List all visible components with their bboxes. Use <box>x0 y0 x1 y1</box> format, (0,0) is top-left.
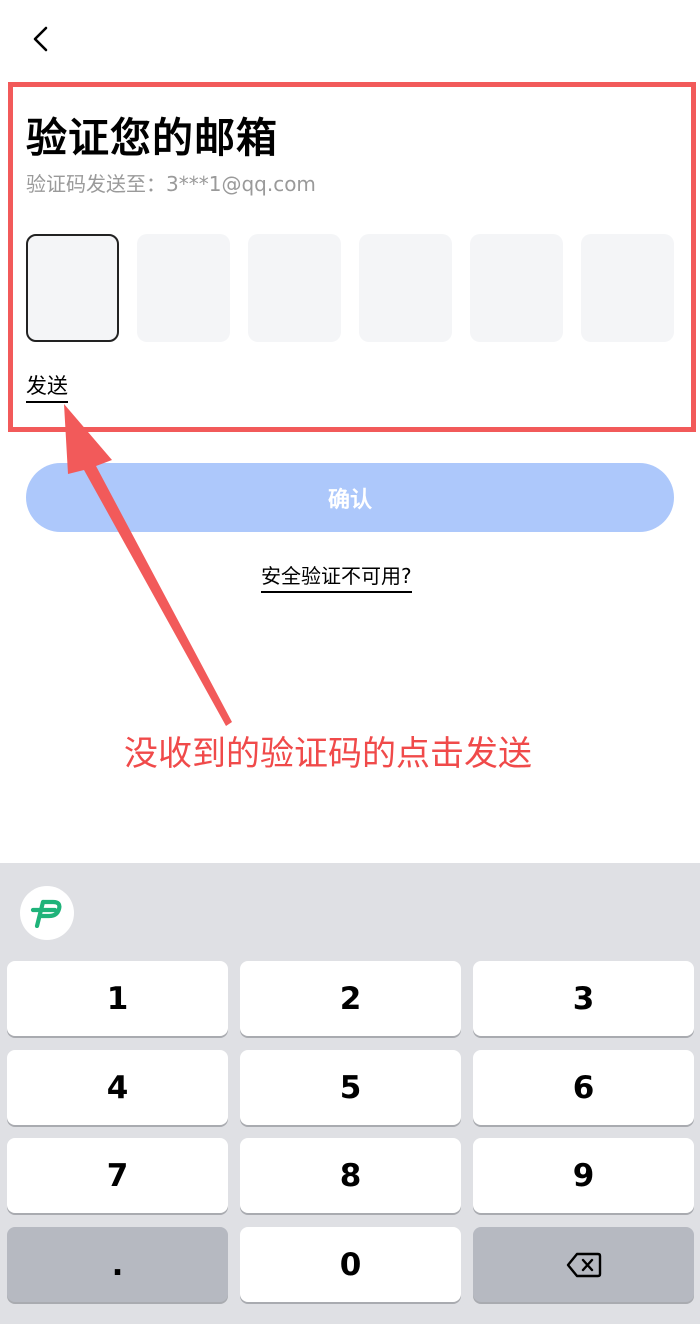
code-digit-3[interactable] <box>248 234 341 342</box>
confirm-button[interactable]: 确认 <box>26 463 674 532</box>
annotation-text: 没收到的验证码的点击发送 <box>124 734 532 774</box>
back-button[interactable] <box>26 22 58 56</box>
code-digit-4[interactable] <box>359 234 452 342</box>
key-1[interactable]: 1 <box>7 961 228 1036</box>
code-digit-6[interactable] <box>581 234 674 342</box>
key-7[interactable]: 7 <box>7 1138 228 1213</box>
key-4[interactable]: 4 <box>7 1050 228 1125</box>
code-digit-1[interactable] <box>26 234 119 342</box>
code-digit-2[interactable] <box>137 234 230 342</box>
keyboard-logo[interactable] <box>20 886 74 940</box>
key-5[interactable]: 5 <box>240 1050 461 1125</box>
key-3[interactable]: 3 <box>473 961 694 1036</box>
chevron-left-icon <box>33 26 48 52</box>
email-subtitle: 验证码发送至：3***1@qq.com <box>26 172 316 196</box>
security-unavailable-link[interactable]: 安全验证不可用? <box>261 560 412 593</box>
numeric-keyboard: 1 2 3 4 5 6 7 8 9 . 0 <box>0 863 700 1324</box>
backspace-icon <box>566 1252 601 1277</box>
key-2[interactable]: 2 <box>240 961 461 1036</box>
key-0[interactable]: 0 <box>240 1227 461 1302</box>
code-digit-5[interactable] <box>470 234 563 342</box>
key-backspace[interactable] <box>473 1227 694 1302</box>
page-title: 验证您的邮箱 <box>26 114 278 162</box>
key-8[interactable]: 8 <box>240 1138 461 1213</box>
key-dot[interactable]: . <box>7 1227 228 1302</box>
key-9[interactable]: 9 <box>473 1138 694 1213</box>
pinyin-p-logo-icon <box>30 899 62 928</box>
key-6[interactable]: 6 <box>473 1050 694 1125</box>
send-code-link[interactable]: 发送 <box>26 370 68 403</box>
